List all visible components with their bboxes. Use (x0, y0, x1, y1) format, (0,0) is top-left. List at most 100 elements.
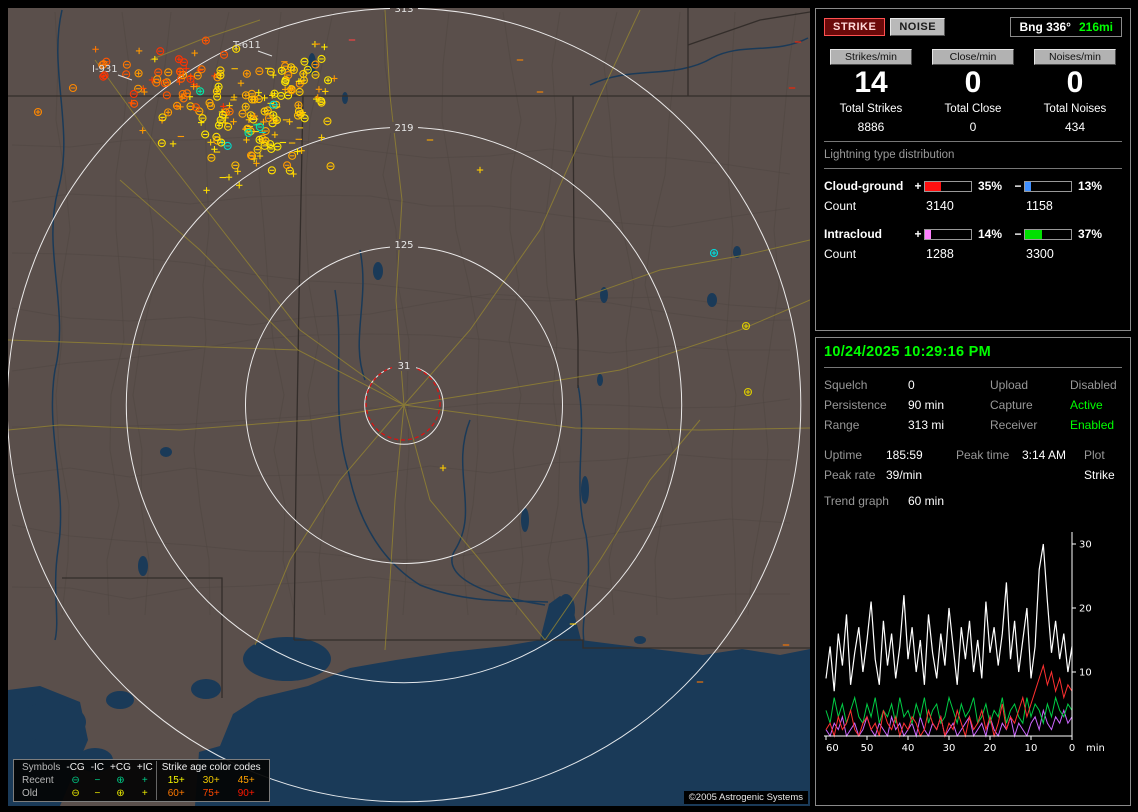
status-panel: 10/24/2025 10:29:16 PM Squelch 0 Upload … (815, 337, 1131, 806)
strike-stats-panel: STRIKE NOISE Bng 336° 216mi Strikes/min … (815, 8, 1131, 331)
cloud-ground-row: Cloud-ground + 35% − 13% (824, 176, 1122, 196)
distribution-title: Lightning type distribution (824, 149, 955, 161)
noise-button[interactable]: NOISE (890, 18, 946, 36)
map-svg[interactable]: 313 219 125 31 I-931 T-611 (8, 8, 810, 806)
legend-symbols-label: Symbols (22, 762, 61, 773)
peak-rate-value: 39/min (886, 468, 923, 482)
svg-text:30: 30 (943, 743, 956, 754)
svg-text:60: 60 (826, 743, 839, 754)
minus-sign: − (1014, 227, 1022, 241)
peak-rate-label: Peak rate (824, 468, 876, 482)
copyright: ©2005 Astrogenic Systems (683, 791, 808, 804)
squelch-label: Squelch (824, 378, 868, 392)
persistence-value: 90 min (908, 398, 945, 412)
peak-time-value: 3:14 AM (1022, 448, 1067, 462)
strikes-column: Strikes/min 14 Total Strikes 8886 (824, 49, 918, 134)
total-close-value: 0 (969, 120, 977, 134)
noises-per-min-button[interactable]: Noises/min (1034, 49, 1116, 65)
cg-negative-pct: 13% (1078, 179, 1103, 193)
tracker-label: I-931 (92, 64, 118, 75)
noises-per-min-value: 0 (1066, 66, 1084, 99)
peak-time-label: Peak time (956, 448, 1010, 462)
upload-label: Upload (990, 378, 1029, 392)
svg-text:20: 20 (1079, 604, 1092, 615)
intracloud-counts: Count 1288 3300 (824, 244, 1122, 264)
legend-header-cg-pos: +CG (110, 762, 131, 773)
old-plus-icon: + (141, 788, 148, 799)
close-per-min-button[interactable]: Close/min (932, 49, 1014, 65)
age-75: 75+ (202, 788, 220, 799)
cg-positive-pct: 35% (978, 179, 1003, 193)
uptime-label: Uptime (824, 448, 863, 462)
trend-graph-label: Trend graph (824, 494, 889, 508)
trend-graph-value: 60 min (908, 494, 945, 508)
range-value: 313 mi (908, 418, 945, 432)
ic-positive-gauge (924, 228, 972, 240)
cg-negative-count: 1158 (1026, 199, 1053, 213)
legend-old-label: Old (22, 788, 38, 799)
age-60: 60+ (167, 788, 185, 799)
recent-circle-minus-icon: ⊖ (71, 775, 80, 786)
plot-value: Strike (1084, 468, 1115, 482)
ic-negative-pct: 37% (1078, 227, 1103, 241)
svg-text:50: 50 (861, 743, 874, 754)
count-label: Count (824, 247, 857, 261)
svg-text:10: 10 (1079, 668, 1092, 679)
total-strikes-label: Total Strikes (839, 103, 903, 115)
radar-map[interactable]: 313 219 125 31 I-931 T-611 Symbols -CG -… (8, 8, 810, 806)
legend-header-ic-neg: -IC (90, 762, 105, 773)
map-legend: Symbols -CG -IC +CG +IC Strike age color… (13, 759, 270, 802)
bearing-distance: 216mi (1078, 20, 1113, 34)
ic-positive-pct: 14% (978, 227, 1003, 241)
tracker-label: T-611 (232, 40, 261, 51)
capture-label: Capture (990, 398, 1033, 412)
legend-recent-label: Recent (22, 775, 54, 786)
strikes-per-min-button[interactable]: Strikes/min (830, 49, 912, 65)
uptime-value: 185:59 (886, 448, 923, 462)
total-noises-label: Total Noises (1043, 103, 1107, 115)
ic-negative-gauge (1024, 228, 1072, 240)
svg-text:0: 0 (1069, 743, 1075, 754)
old-minus-icon: − (94, 788, 101, 799)
app-window: 313 219 125 31 I-931 T-611 Symbols -CG -… (0, 0, 1138, 812)
old-circle-plus-icon: ⊕ (116, 788, 125, 799)
svg-text:min: min (1086, 743, 1105, 754)
plot-label: Plot (1084, 448, 1105, 462)
receiver-label: Receiver (990, 418, 1038, 432)
ic-negative-count: 3300 (1026, 247, 1054, 261)
strikes-per-min-value: 14 (854, 66, 888, 99)
persistence-label: Persistence (824, 398, 887, 412)
capture-value: Active (1070, 398, 1103, 412)
svg-text:10: 10 (1025, 743, 1038, 754)
plus-sign: + (914, 227, 922, 241)
cg-positive-count: 3140 (926, 199, 954, 213)
cg-positive-gauge (924, 180, 972, 192)
old-circle-minus-icon: ⊖ (71, 788, 80, 799)
range-label: Range (824, 418, 860, 432)
recent-circle-plus-icon: ⊕ (116, 775, 125, 786)
ring-label-31: 31 (398, 361, 411, 372)
svg-text:30: 30 (1079, 540, 1092, 551)
recent-plus-icon: + (141, 775, 148, 786)
cg-negative-gauge (1024, 180, 1072, 192)
ic-positive-count: 1288 (926, 247, 954, 261)
total-noises-value: 434 (1064, 120, 1086, 134)
age-30: 30+ (202, 775, 220, 786)
close-column: Close/min 0 Total Close 0 (926, 49, 1020, 134)
age-45: 45+ (237, 775, 255, 786)
svg-text:40: 40 (902, 743, 915, 754)
intracloud-row: Intracloud + 14% − 37% (824, 224, 1122, 244)
upload-value: Disabled (1070, 378, 1117, 392)
recent-minus-icon: − (94, 775, 101, 786)
strike-button[interactable]: STRIKE (824, 18, 886, 36)
noises-column: Noises/min 0 Total Noises 434 (1028, 49, 1122, 134)
datetime: 10/24/2025 10:29:16 PM (824, 344, 992, 360)
plus-sign: + (914, 179, 922, 193)
close-per-min-value: 0 (964, 66, 982, 99)
trend-graph: 10 20 30 60 50 40 30 20 10 0 min (824, 532, 1105, 754)
total-close-label: Total Close (944, 103, 1002, 115)
age-15: 15+ (167, 775, 185, 786)
squelch-value: 0 (908, 378, 915, 392)
cloud-ground-counts: Count 3140 1158 (824, 196, 1122, 216)
bearing-value: Bng 336° (1019, 20, 1071, 34)
